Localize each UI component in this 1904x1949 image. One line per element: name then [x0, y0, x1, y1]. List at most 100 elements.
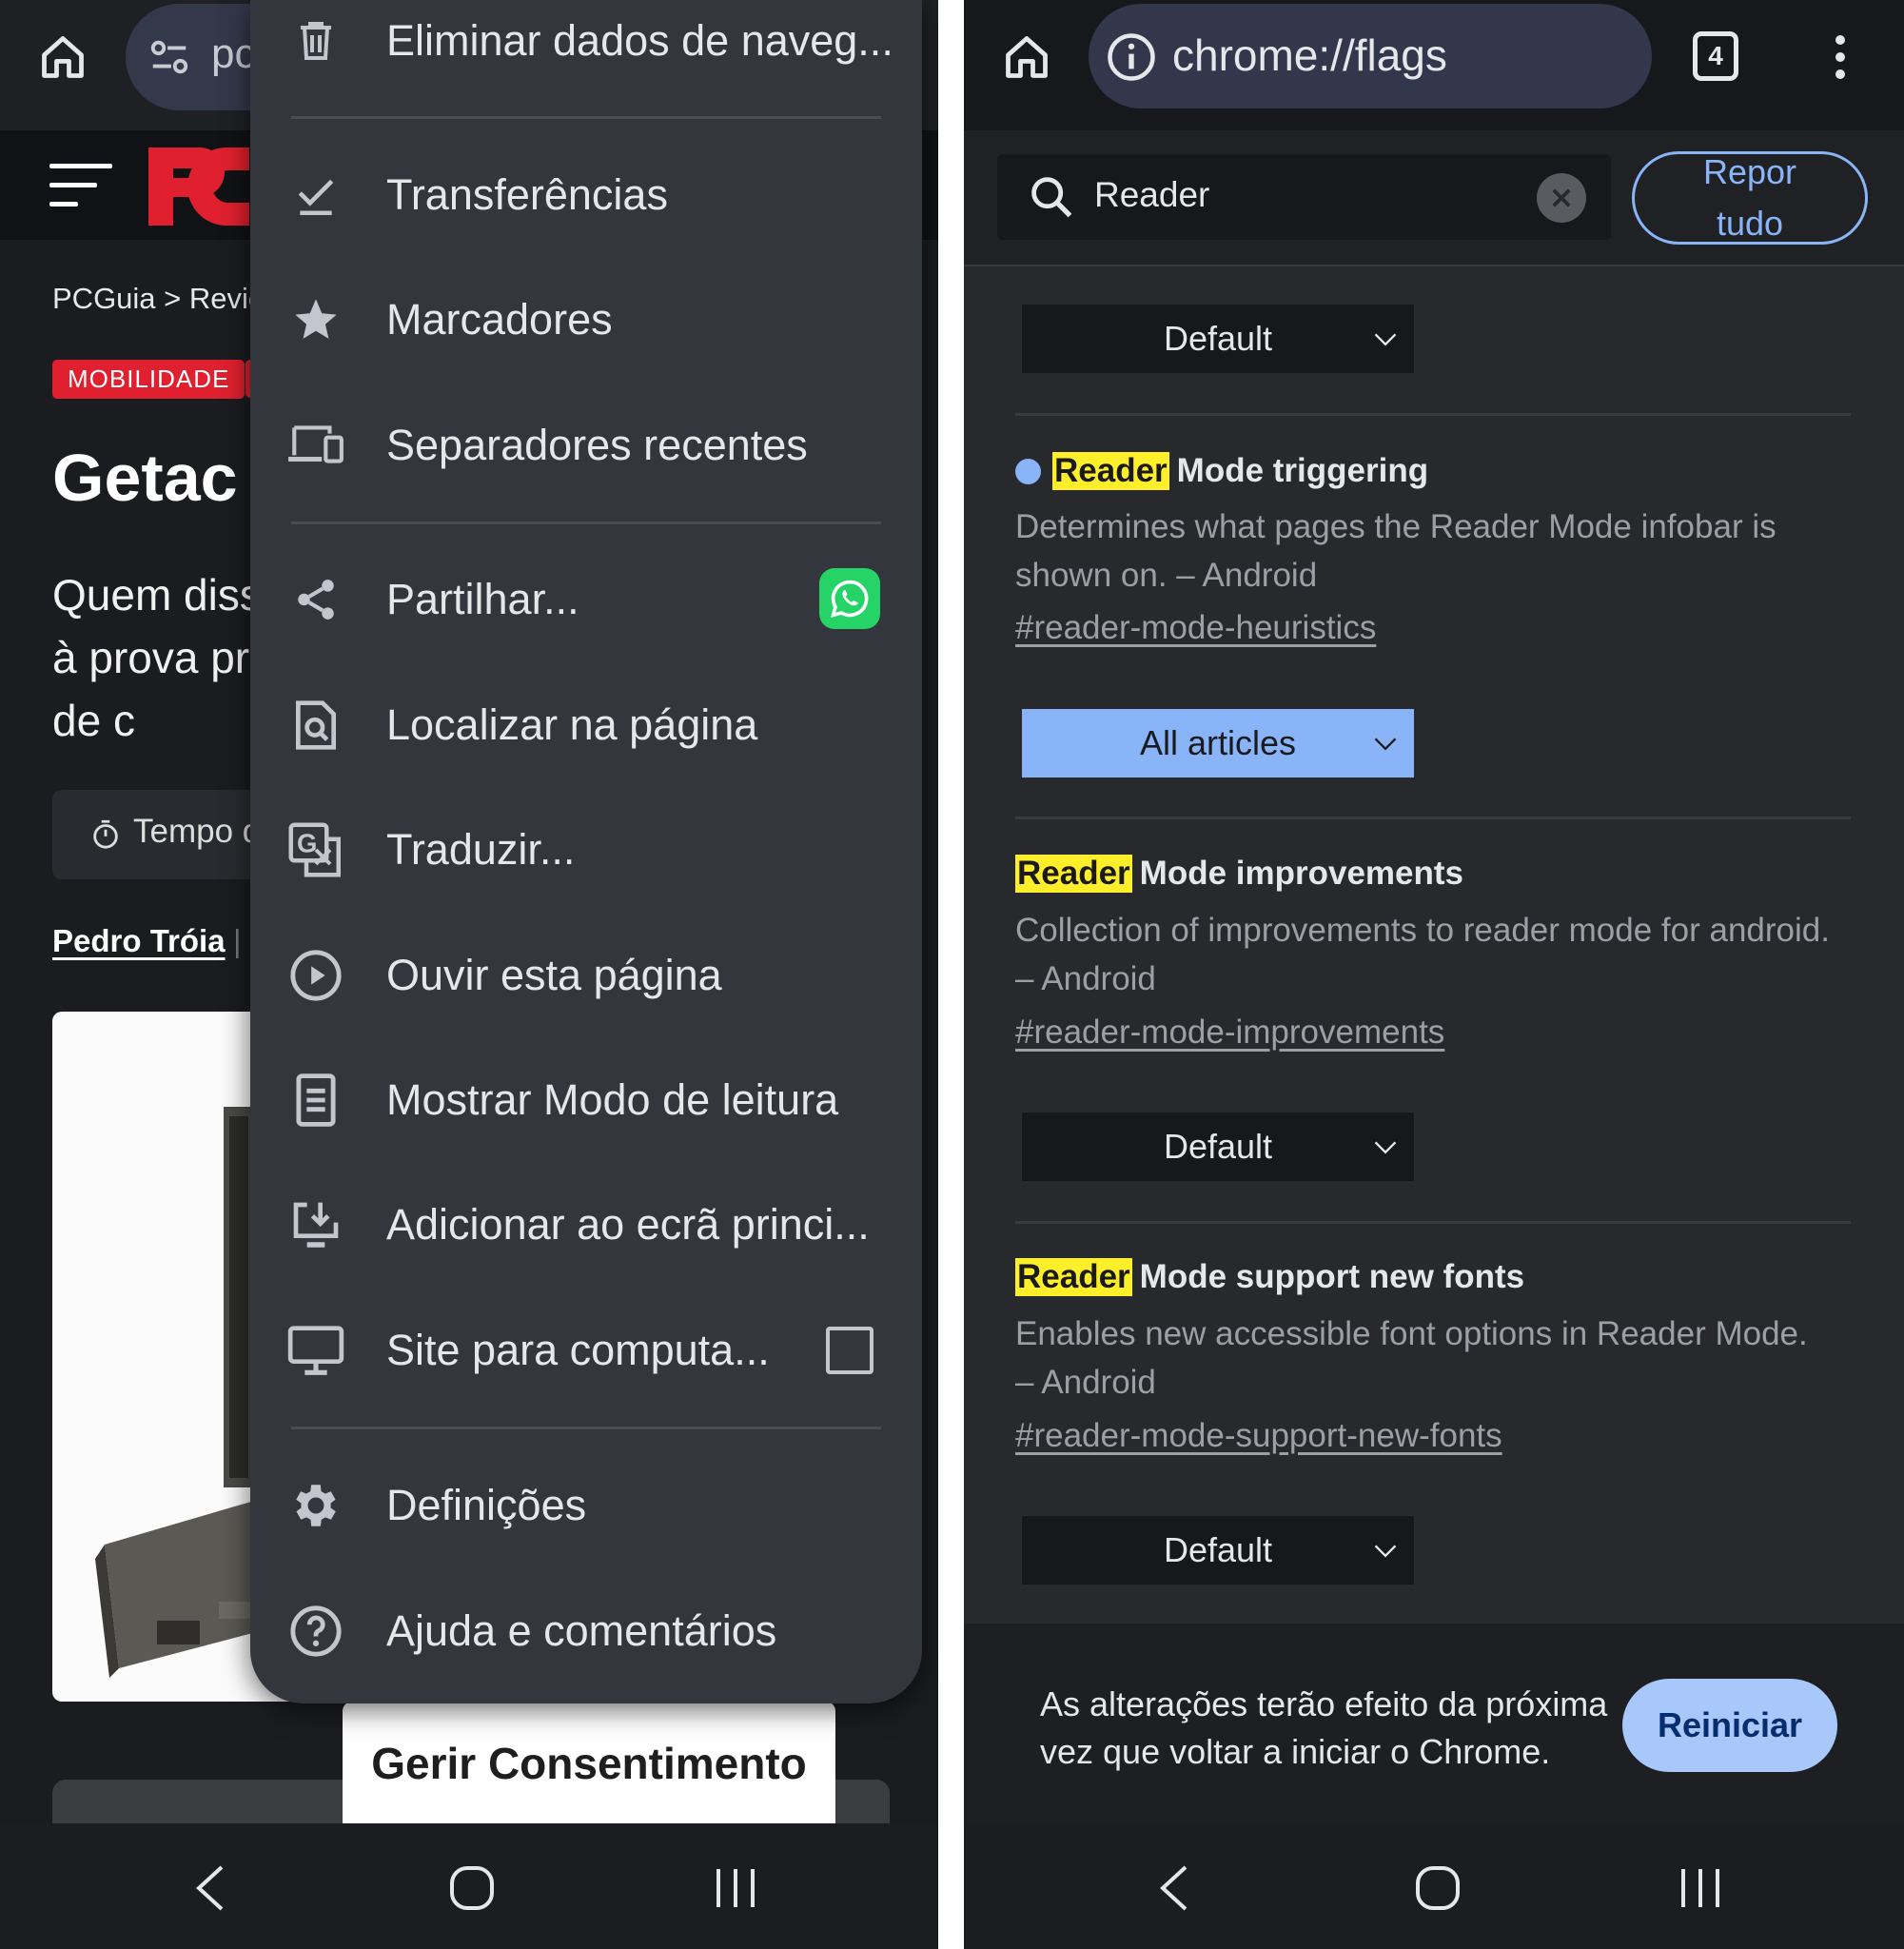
star-icon [286, 290, 345, 349]
menu-item-settings[interactable]: Definições [250, 1453, 922, 1558]
flag-description: Enables new accessible font options in R… [1015, 1315, 1808, 1401]
omnibox[interactable]: chrome://flags [1089, 4, 1652, 108]
chevron-down-icon [1374, 738, 1397, 751]
flag-select[interactable]: Default [1022, 1516, 1414, 1585]
restart-label: Reiniciar [1657, 1705, 1803, 1744]
modified-indicator [1015, 458, 1041, 484]
menu-divider [291, 116, 881, 119]
flag-link[interactable]: #reader-mode-support-new-fonts [1015, 1417, 1502, 1455]
flags-search-input[interactable]: Reader [997, 154, 1611, 240]
play-circle-icon [286, 946, 345, 1005]
stopwatch-icon [88, 817, 123, 851]
menu-label: Traduzir... [386, 825, 576, 874]
author-link[interactable]: Pedro Tróia [52, 923, 226, 959]
category-badge[interactable]: MOBILIDADE [52, 360, 245, 399]
flag-title: Reader Mode support new fonts [1015, 1253, 1524, 1301]
flag-description: Determines what pages the Reader Mode in… [1015, 508, 1776, 594]
menu-item-desktop-site[interactable]: Site para computa... [250, 1298, 922, 1403]
reset-label-line2: tudo [1716, 204, 1784, 243]
flag-title-rest: Mode improvements [1139, 855, 1464, 892]
flag-select-previous[interactable]: Default [1022, 305, 1414, 373]
consent-label: Gerir Consentimento [371, 1739, 807, 1788]
panel-gap [938, 0, 964, 1949]
flag-divider [1015, 1221, 1851, 1224]
translate-icon: G [286, 820, 345, 879]
select-value: Default [1163, 319, 1273, 358]
search-value: Reader [1094, 175, 1210, 214]
help-icon [286, 1602, 345, 1661]
flag-divider [1015, 413, 1851, 416]
menu-label: Transferências [386, 170, 668, 219]
nav-back-icon[interactable] [186, 1861, 234, 1915]
consent-button[interactable]: Gerir Consentimento [343, 1702, 835, 1825]
gear-icon [286, 1476, 345, 1535]
nav-recents-icon[interactable] [709, 1861, 762, 1915]
download-check-icon [286, 166, 345, 225]
menu-item-help[interactable]: Ajuda e comentários [250, 1579, 922, 1683]
flags-search-bar: Reader Repor tudo [964, 130, 1904, 266]
flag-select[interactable]: All articles [1022, 709, 1414, 778]
info-icon[interactable] [1104, 30, 1159, 85]
flag-link[interactable]: #reader-mode-heuristics [1015, 609, 1376, 647]
tab-count: 4 [1708, 41, 1723, 70]
home-icon[interactable] [998, 29, 1055, 86]
site-settings-icon[interactable] [145, 32, 194, 82]
author-separator: | [233, 923, 242, 958]
clear-search-icon[interactable] [1537, 173, 1586, 223]
menu-item-translate[interactable]: G Traduzir... [250, 797, 922, 902]
menu-divider [291, 522, 881, 524]
menu-label: Definições [386, 1481, 587, 1529]
tab-switcher-button[interactable]: 4 [1693, 31, 1738, 81]
flag-select[interactable]: Default [1022, 1112, 1414, 1181]
devices-icon [286, 416, 345, 475]
menu-label: Marcadores [386, 295, 613, 344]
more-options-icon[interactable] [1826, 29, 1855, 86]
flag-title: Reader Mode improvements [1015, 850, 1463, 897]
relaunch-footer: As alterações terão efeito da próxima ve… [964, 1624, 1904, 1823]
url-text: chrome://flags [1172, 30, 1447, 80]
menu-item-reader-mode[interactable]: Mostrar Modo de leitura [250, 1048, 922, 1152]
menu-item-find-in-page[interactable]: Localizar na página [250, 673, 922, 778]
menu-item-share[interactable]: Partilhar... [250, 547, 922, 652]
menu-item-recent-tabs[interactable]: Separadores recentes [250, 393, 922, 498]
android-nav-bar [964, 1823, 1904, 1949]
select-value: Default [1163, 1127, 1273, 1166]
search-icon [1026, 171, 1077, 223]
menu-label: Partilhar... [386, 575, 579, 623]
menu-item-downloads[interactable]: Transferências [250, 143, 922, 247]
select-value: Default [1163, 1530, 1273, 1569]
restart-button[interactable]: Reiniciar [1622, 1679, 1837, 1772]
flag-link[interactable]: #reader-mode-improvements [1015, 1014, 1444, 1052]
menu-item-clear-data[interactable]: Eliminar dados de naveg... [250, 0, 922, 93]
reset-all-button[interactable]: Repor tudo [1632, 151, 1868, 245]
search-highlight: Reader [1052, 452, 1169, 490]
find-in-page-icon [286, 696, 345, 755]
search-highlight: Reader [1015, 1258, 1132, 1296]
nav-back-icon[interactable] [1150, 1861, 1198, 1915]
flag-title-rest: Mode triggering [1176, 452, 1429, 489]
search-highlight: Reader [1015, 855, 1132, 893]
desktop-site-checkbox[interactable] [826, 1327, 873, 1374]
nav-home-icon[interactable] [1411, 1861, 1464, 1915]
left-screenshot: pc PCGuia > Review MOBILIDADE Getac V Qu… [0, 0, 938, 1949]
nav-home-icon[interactable] [445, 1861, 499, 1915]
svg-text:G: G [297, 829, 317, 858]
desktop-icon [286, 1321, 345, 1380]
hamburger-menu-icon[interactable] [49, 157, 116, 214]
read-time-label: Tempo d [133, 813, 262, 850]
menu-item-listen[interactable]: Ouvir esta página [250, 923, 922, 1028]
select-value: All articles [1139, 723, 1297, 762]
menu-item-add-to-home[interactable]: Adicionar ao ecrã princi... [250, 1172, 922, 1277]
share-icon [286, 570, 345, 629]
menu-label: Site para computa... [386, 1326, 770, 1374]
flag-divider [1015, 817, 1851, 819]
menu-label: Mostrar Modo de leitura [386, 1075, 839, 1124]
android-nav-bar [0, 1823, 938, 1949]
menu-item-bookmarks[interactable]: Marcadores [250, 267, 922, 372]
nav-recents-icon[interactable] [1674, 1861, 1727, 1915]
menu-label: Localizar na página [386, 700, 758, 749]
menu-divider [291, 1427, 881, 1429]
site-logo[interactable] [145, 140, 249, 253]
home-icon[interactable] [34, 29, 91, 86]
whatsapp-icon[interactable] [819, 568, 880, 629]
